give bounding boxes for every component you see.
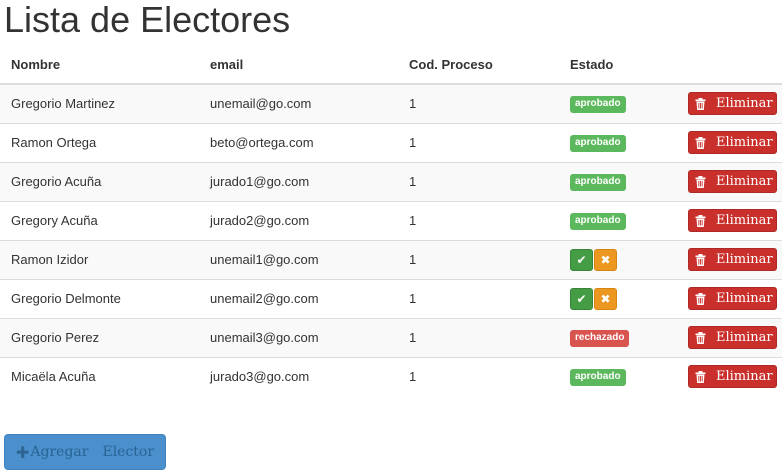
table-body: Gregorio Martinez unemail@go.com 1 aprobado… — [0, 84, 782, 396]
status-badge: aprobado — [570, 96, 626, 114]
table-row: Gregorio Acuña jurado1@go.com 1 aprobado Eli… — [0, 161, 782, 201]
status-badge: aprobado — [570, 135, 626, 152]
cell-process: 1 — [398, 317, 559, 357]
check-icon: ✔ — [576, 252, 587, 267]
cell-name: Ramon Izidor — [0, 239, 199, 279]
cell-name: Micaëla Acuña — [0, 356, 199, 396]
table-row: Ramon Ortega beto@ortega.com 1 aprobado Elim… — [0, 122, 782, 162]
header-process: Cod. Proceso — [398, 46, 559, 85]
trash-icon — [695, 253, 706, 266]
delete-button[interactable]: Eliminar — [688, 326, 777, 349]
plus-icon: ✚ — [16, 442, 30, 462]
cell-state: aprobado — [559, 200, 677, 240]
delete-label: Eliminar — [716, 252, 773, 267]
approve-button[interactable]: ✔ — [570, 287, 593, 310]
delete-label: Eliminar — [716, 369, 773, 385]
trash-icon — [695, 370, 706, 383]
delete-button[interactable]: Eliminar — [688, 131, 777, 154]
cell-actions: Eliminar — [677, 356, 782, 396]
cell-process: 1 — [398, 239, 559, 279]
cell-name: Gregory Acuña — [0, 200, 199, 240]
status-badge: rechazado — [570, 330, 630, 347]
cell-name: Gregorio Acuña — [0, 161, 199, 201]
table-row: Gregorio Delmonte unemail2@go.com 1 ✔ ✖ Elimi… — [0, 278, 782, 318]
cell-name: Gregorio Martinez — [0, 84, 199, 123]
add-elector-label-1: Agregar — [30, 444, 89, 460]
cell-email: jurado2@go.com — [199, 200, 398, 240]
header-email: email — [199, 46, 398, 85]
approve-button[interactable]: ✔ — [570, 248, 593, 271]
cell-email: jurado3@go.com — [199, 356, 398, 396]
cell-state: ✔ ✖ — [559, 239, 677, 279]
cell-email: unemail3@go.com — [199, 317, 398, 357]
trash-icon — [695, 97, 706, 110]
cell-name: Gregorio Delmonte — [0, 278, 199, 318]
cell-email: unemail1@go.com — [199, 239, 398, 279]
cell-state: aprobado — [559, 84, 677, 123]
cell-email: unemail2@go.com — [199, 278, 398, 318]
cell-process: 1 — [398, 84, 559, 123]
trash-icon — [695, 292, 706, 305]
cell-state: ✔ ✖ — [559, 278, 677, 318]
check-icon: ✔ — [576, 291, 587, 306]
cell-name: Ramon Ortega — [0, 122, 199, 162]
add-elector-button[interactable]: ✚ Agregar Elector — [4, 434, 166, 470]
reject-button[interactable]: ✖ — [594, 248, 617, 271]
cell-email: jurado1@go.com — [199, 161, 398, 201]
cell-state: aprobado — [559, 122, 677, 162]
cell-email: beto@ortega.com — [199, 122, 398, 162]
cell-state: aprobado — [559, 161, 677, 201]
cell-process: 1 — [398, 200, 559, 240]
cell-name: Gregorio Perez — [0, 317, 199, 357]
table-row: Gregory Acuña jurado2@go.com 1 aprobado Elim… — [0, 200, 782, 240]
cell-actions: Eliminar — [677, 317, 782, 357]
delete-label: Eliminar — [716, 135, 773, 150]
cell-actions: Eliminar — [677, 200, 782, 240]
trash-icon — [695, 136, 706, 149]
status-badge: aprobado — [570, 213, 626, 230]
reject-button[interactable]: ✖ — [594, 287, 617, 310]
trash-icon — [695, 331, 706, 344]
delete-label: Eliminar — [716, 330, 773, 345]
table-row: Ramon Izidor unemail1@go.com 1 ✔ ✖ Eliminar — [0, 239, 782, 279]
times-icon: ✖ — [600, 252, 611, 267]
delete-label: Eliminar — [716, 213, 773, 228]
cell-actions: Eliminar — [677, 239, 782, 279]
cell-actions: Eliminar — [677, 84, 782, 123]
cell-actions: Eliminar — [677, 278, 782, 318]
delete-button[interactable]: Eliminar — [688, 248, 777, 271]
electors-table: Nombre email Cod. Proceso Estado Gregori… — [0, 46, 782, 396]
header-state: Estado — [559, 46, 677, 85]
page-title: Lista de Electores — [4, 0, 291, 40]
table-header-row: Nombre email Cod. Proceso Estado — [0, 46, 782, 85]
delete-button[interactable]: Eliminar — [688, 92, 777, 116]
times-icon: ✖ — [600, 291, 611, 306]
cell-process: 1 — [398, 356, 559, 396]
delete-label: Eliminar — [716, 174, 773, 189]
cell-actions: Eliminar — [677, 161, 782, 201]
cell-process: 1 — [398, 278, 559, 318]
cell-email: unemail@go.com — [199, 84, 398, 123]
cell-process: 1 — [398, 161, 559, 201]
delete-button[interactable]: Eliminar — [688, 170, 777, 193]
status-badge: aprobado — [570, 369, 626, 387]
status-badge: aprobado — [570, 174, 626, 191]
trash-icon — [695, 214, 706, 227]
header-actions — [677, 46, 782, 85]
delete-button[interactable]: Eliminar — [688, 287, 777, 310]
delete-button[interactable]: Eliminar — [688, 365, 777, 389]
header-name: Nombre — [0, 46, 199, 85]
delete-button[interactable]: Eliminar — [688, 209, 777, 232]
table-row: Gregorio Perez unemail3@go.com 1 rechazado E… — [0, 317, 782, 357]
add-elector-label-2: Elector — [102, 444, 155, 460]
table-row: Gregorio Martinez unemail@go.com 1 aprobado… — [0, 84, 782, 123]
delete-label: Eliminar — [716, 291, 773, 306]
cell-state: rechazado — [559, 317, 677, 357]
cell-process: 1 — [398, 122, 559, 162]
cell-actions: Eliminar — [677, 122, 782, 162]
cell-state: aprobado — [559, 356, 677, 396]
trash-icon — [695, 175, 706, 188]
delete-label: Eliminar — [716, 96, 773, 112]
table-row: Micaëla Acuña jurado3@go.com 1 aprobado Elim… — [0, 356, 782, 396]
